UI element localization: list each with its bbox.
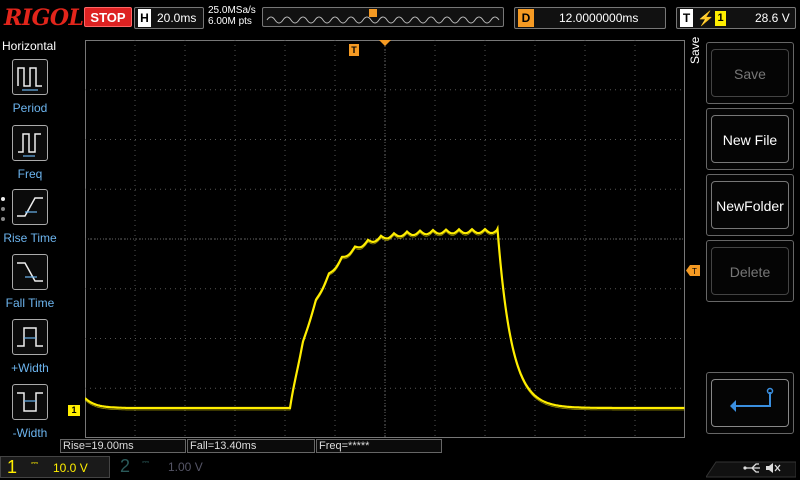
rise-measurement: Rise=19.00ms (60, 439, 186, 453)
horizontal-measure-menu: Horizontal Period Freq Rise Time Fall Ti… (0, 37, 60, 453)
measure-period-button[interactable]: Period (0, 57, 60, 119)
period-label: Period (12, 101, 48, 115)
channel2-scale: 1.00 V (168, 460, 203, 474)
delete-button[interactable]: Delete (706, 240, 794, 302)
channel2-number: 2 (120, 456, 131, 476)
system-icons (705, 458, 797, 478)
rise-time-icon (12, 189, 48, 225)
channel1-tab[interactable]: 1 ⎓ 10.0 V (0, 456, 110, 478)
new-file-label: New File (711, 115, 789, 163)
save-label: Save (711, 49, 789, 97)
frequency-label: Freq (17, 167, 43, 181)
frequency-icon (12, 125, 48, 161)
horizontal-key: H (138, 9, 151, 27)
channel-status-bar: 1 ⎓ 10.0 V 2 ⎓ 1.00 V (0, 454, 800, 480)
dc-coupling-icon-2: ⎓ (142, 457, 150, 467)
svg-text:T: T (692, 267, 697, 276)
positive-width-label: +Width (11, 361, 49, 375)
negative-width-label: -Width (12, 426, 48, 440)
sample-rate: 25.0MSa/s (208, 5, 256, 16)
measure-negative-width-button[interactable]: -Width (0, 382, 60, 444)
trigger-box[interactable]: T ⚡ 1 28.6 V (676, 7, 796, 29)
trigger-level-marker[interactable]: T (686, 263, 700, 276)
rising-edge-icon: ⚡ (697, 10, 715, 26)
timebase-value: 20.0ms (157, 11, 197, 25)
delay-box[interactable]: D 12.0000000ms (514, 7, 666, 29)
fall-time-icon (12, 254, 48, 290)
dc-coupling-icon: ⎓ (31, 458, 39, 468)
horizontal-timebase-box[interactable]: H 20.0ms (134, 7, 204, 29)
save-button[interactable]: Save (706, 42, 794, 104)
channel1-number: 1 (7, 457, 18, 477)
trigger-center-tick (379, 40, 391, 46)
trigger-source: 1 (715, 11, 726, 26)
positive-width-icon (12, 319, 48, 355)
negative-width-icon (12, 384, 48, 420)
channel1-scale: 10.0 V (53, 461, 88, 475)
run-stop-badge[interactable]: STOP (84, 7, 132, 27)
period-icon (12, 59, 48, 95)
memory-depth: 6.00M pts (208, 16, 252, 27)
trigger-position-marker[interactable]: T (349, 44, 359, 56)
measure-positive-width-button[interactable]: +Width (0, 317, 60, 379)
left-menu-title: Horizontal (2, 39, 57, 53)
fall-measurement: Fall=13.40ms (187, 439, 315, 453)
return-arrow-icon (711, 379, 789, 427)
channel1-ground-marker[interactable]: 1 (68, 405, 80, 416)
freq-measurement: Freq=***** (316, 439, 442, 453)
measure-fall-time-button[interactable]: Fall Time (0, 252, 60, 314)
new-folder-button[interactable]: NewFolder (706, 174, 794, 236)
brand-logo: RIGOL (4, 5, 84, 31)
return-button[interactable] (706, 372, 794, 434)
memory-overview-waveform (266, 9, 500, 24)
acquisition-info: 25.0MSa/s 6.00M pts (208, 5, 256, 27)
memory-overview-bar (262, 7, 504, 27)
delete-label: Delete (711, 247, 789, 295)
delay-value: 12.0000000ms (559, 11, 639, 25)
trigger-level: 28.6 V (755, 11, 790, 25)
waveform-display[interactable] (85, 40, 685, 438)
right-menu-title: Save (688, 36, 702, 64)
top-status-bar: RIGOL STOP H 20.0ms 25.0MSa/s 6.00M pts … (0, 0, 800, 36)
new-file-button[interactable]: New File (706, 108, 794, 170)
measure-rise-time-button[interactable]: Rise Time (0, 187, 60, 249)
delay-key: D (518, 9, 534, 27)
memory-trigger-marker (369, 9, 377, 17)
trigger-key: T (680, 9, 693, 27)
fall-time-label: Fall Time (5, 296, 55, 310)
rise-time-label: Rise Time (3, 231, 57, 245)
measure-frequency-button[interactable]: Freq (0, 123, 60, 185)
new-folder-label: NewFolder (711, 181, 789, 229)
channel2-tab[interactable]: 2 ⎓ 1.00 V (112, 456, 220, 478)
